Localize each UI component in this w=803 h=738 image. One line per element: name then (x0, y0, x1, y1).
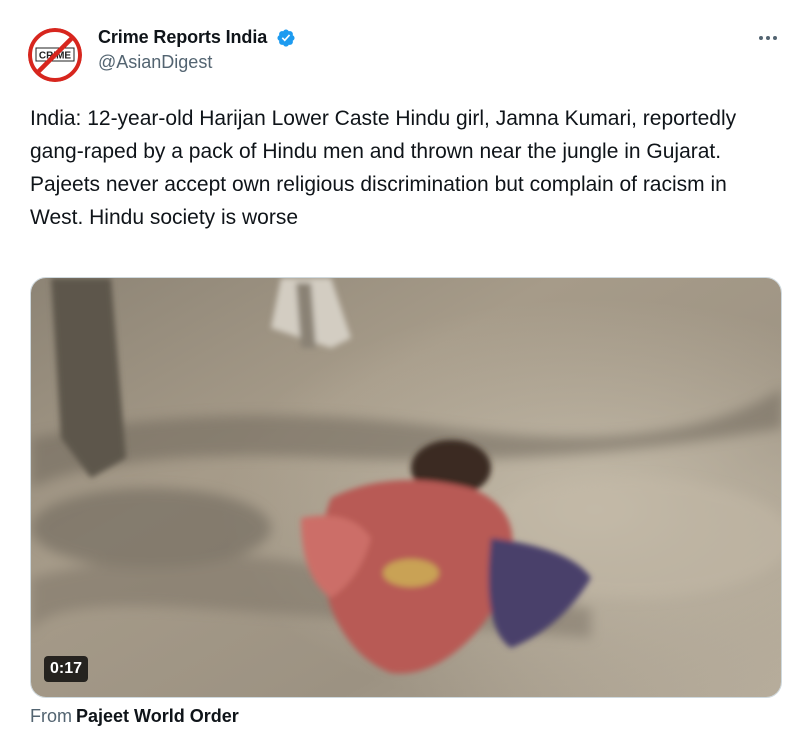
tweet-text: India: 12-year-old Harijan Lower Caste H… (30, 102, 775, 234)
attribution-label: From (30, 706, 72, 726)
attribution-source-link[interactable]: Pajeet World Order (76, 706, 239, 726)
author-display-name[interactable]: Crime Reports India (98, 27, 267, 48)
tweet-paragraph: Pajeets never accept own religious discr… (30, 173, 727, 229)
video-player[interactable]: 0:17 (30, 277, 782, 698)
tweet-paragraph: India: 12-year-old Harijan Lower Caste H… (30, 107, 737, 163)
author-block: Crime Reports India @AsianDigest (98, 27, 296, 73)
author-handle[interactable]: @AsianDigest (98, 52, 296, 73)
verified-badge-icon (276, 28, 296, 48)
video-thumbnail (31, 278, 781, 697)
video-attribution: From Pajeet World Order (30, 706, 239, 727)
more-options-icon[interactable] (755, 28, 781, 48)
avatar[interactable]: CRIME (28, 28, 82, 82)
video-duration: 0:17 (44, 656, 89, 682)
tweet-card: CRIME Crime Reports India @AsianDigest I… (0, 0, 803, 738)
